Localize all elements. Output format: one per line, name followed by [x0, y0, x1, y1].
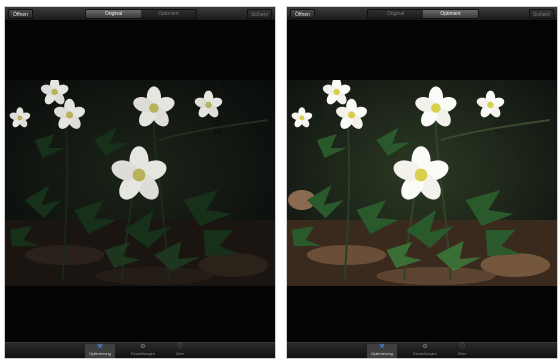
tab-about[interactable]: ⓘ Über	[165, 344, 195, 358]
info-icon: ⓘ	[458, 344, 465, 350]
ipad-screen-optimized: Öffnen Original Optimiert Sichern ⚒ Opti…	[286, 6, 558, 359]
save-button[interactable]: Sichern	[529, 9, 554, 19]
ipad-screen-original: Öffnen Original Optimiert Sichern ⚒ Opti…	[4, 6, 276, 359]
photo-original	[5, 80, 275, 286]
view-segmented-control: Original Optimiert	[367, 9, 479, 19]
view-segmented-control: Original Optimiert	[85, 9, 197, 19]
wand-icon: ⚒	[379, 344, 385, 350]
tab-settings[interactable]: ⚙ Einstellungen	[128, 344, 158, 358]
wand-icon: ⚒	[97, 344, 103, 350]
segment-optimized[interactable]: Optimiert	[423, 10, 478, 18]
photo-optimized	[287, 80, 557, 286]
top-toolbar: Öffnen Original Optimiert Sichern	[287, 7, 557, 21]
settings-icon: ⚙	[140, 344, 146, 350]
segment-original[interactable]: Original	[86, 10, 141, 18]
settings-icon: ⚙	[422, 344, 428, 350]
open-button[interactable]: Öffnen	[290, 9, 315, 19]
segment-original[interactable]: Original	[368, 10, 423, 18]
open-button[interactable]: Öffnen	[8, 9, 33, 19]
segment-optimized[interactable]: Optimiert	[141, 10, 196, 18]
bottom-tab-bar: ⚒ Optimierung ⚙ Einstellungen ⓘ Über	[5, 342, 275, 358]
info-icon: ⓘ	[176, 344, 183, 350]
top-toolbar: Öffnen Original Optimiert Sichern	[5, 7, 275, 21]
tab-settings[interactable]: ⚙ Einstellungen	[410, 344, 440, 358]
tab-optimization[interactable]: ⚒ Optimierung	[367, 344, 397, 358]
tab-about[interactable]: ⓘ Über	[447, 344, 477, 358]
save-button[interactable]: Sichern	[247, 9, 272, 19]
bottom-tab-bar: ⚒ Optimierung ⚙ Einstellungen ⓘ Über	[287, 342, 557, 358]
tab-optimization[interactable]: ⚒ Optimierung	[85, 344, 115, 358]
